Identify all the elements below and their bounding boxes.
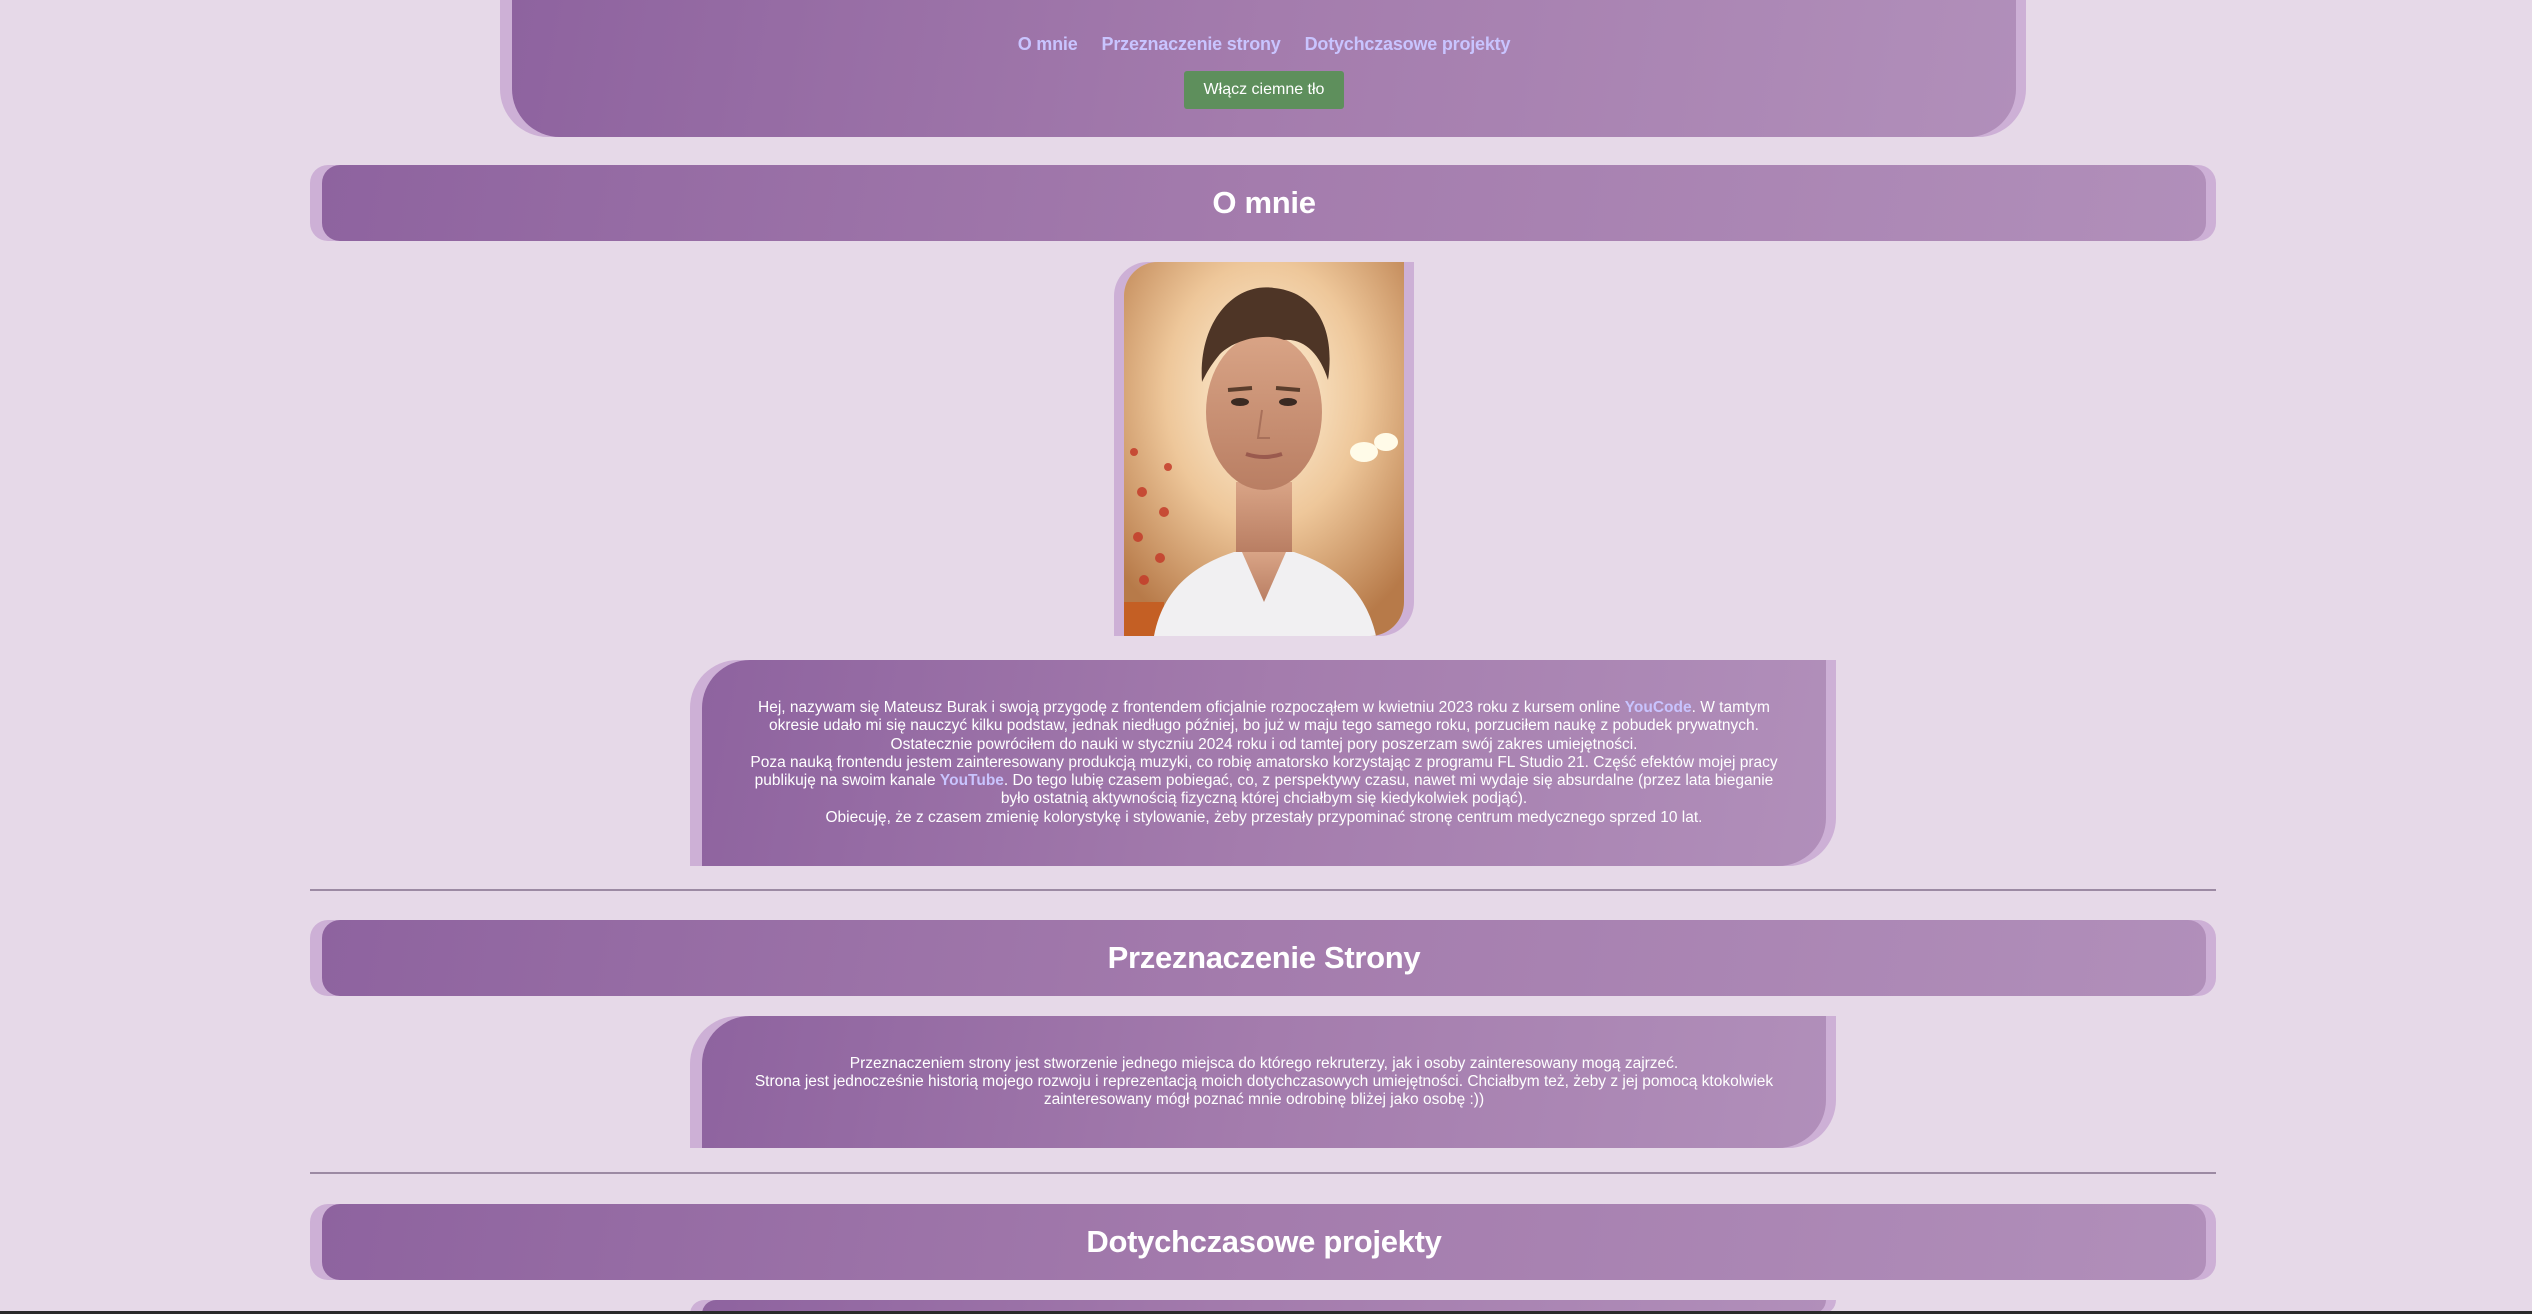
purpose-card: Przeznaczeniem strony jest stworzenie je… [702,1016,1826,1148]
nav-link-projects[interactable]: Dotychczasowe projekty [1305,34,1511,55]
purpose-text-p1: Przeznaczeniem strony jest stworzenie je… [849,1054,1679,1072]
section-title-about: O mnie [1212,185,1316,220]
profile-photo [1124,262,1404,636]
about-text: Hej, nazywam się Mateusz Burak i swoją p… [746,699,1782,826]
nav-link-about[interactable]: O mnie [1018,34,1078,55]
section-divider [310,889,2216,891]
dark-mode-toggle-button[interactable]: Włącz ciemne tło [1184,71,1344,109]
portrait-image [1124,262,1404,636]
purpose-text: Przeznaczeniem strony jest stworzenie je… [746,1055,1782,1110]
about-text-p2: Ostatecznie powróciłem do nauki w styczn… [890,735,1638,753]
about-card: Hej, nazywam się Mateusz Burak i swoją p… [702,660,1826,866]
section-title-projects: Dotychczasowe projekty [1086,1224,1442,1259]
section-bar-about: O mnie [322,165,2206,241]
youcode-link[interactable]: YouCode [1625,699,1692,716]
section-bar-purpose: Przeznaczenie Strony [322,920,2206,996]
section-title-purpose: Przeznaczenie Strony [1107,940,1421,975]
about-text-p4: Obiecuję, że z czasem zmienię kolorystyk… [825,808,1703,826]
section-divider [310,1172,2216,1174]
purpose-text-p2: Strona jest jednocześnie historią mojego… [754,1072,1774,1109]
about-text-p1a: Hej, nazywam się Mateusz Burak i swoją p… [758,699,1625,717]
nav-link-purpose[interactable]: Przeznaczenie strony [1102,34,1281,55]
page: O mnie Przeznaczenie strony Dotychczasow… [0,0,2532,1314]
about-text-p3b: . Do tego lubię czasem pobiegać, co, z p… [1000,772,1774,808]
youtube-link[interactable]: YouTube [940,772,1004,789]
site-header: O mnie Przeznaczenie strony Dotychczasow… [512,0,2016,137]
main-nav: O mnie Przeznaczenie strony Dotychczasow… [1018,34,1511,55]
section-bar-projects: Dotychczasowe projekty [322,1204,2206,1280]
